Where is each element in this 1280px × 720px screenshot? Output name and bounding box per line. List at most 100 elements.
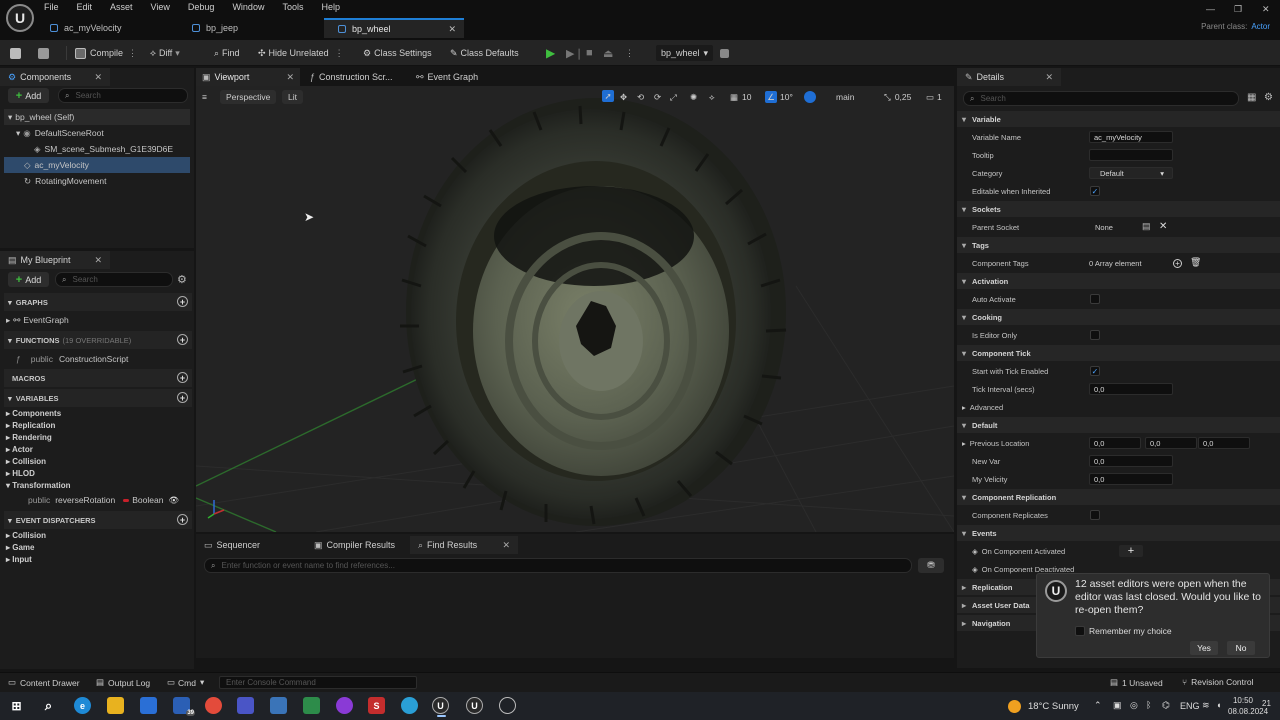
- table-view-icon[interactable]: ▦: [1247, 92, 1256, 103]
- messenger-icon[interactable]: [336, 697, 353, 714]
- menu-help[interactable]: Help: [321, 2, 349, 16]
- rotation-snap-button[interactable]: ∠ 10°: [765, 90, 793, 104]
- previous-location-y-input[interactable]: 0,0: [1145, 437, 1197, 449]
- component-item-staticmesh[interactable]: ◈ SM_scene_Submesh_G1E39D6E: [34, 141, 173, 157]
- no-button[interactable]: No: [1227, 641, 1255, 655]
- browse-socket-icon[interactable]: ▤: [1142, 221, 1151, 232]
- trash-icon[interactable]: 🗑: [1190, 257, 1201, 268]
- menu-tools[interactable]: Tools: [282, 2, 312, 16]
- yes-button[interactable]: Yes: [1190, 641, 1218, 655]
- browse-debug-button[interactable]: [720, 45, 733, 61]
- add-component-button[interactable]: + Add: [8, 88, 49, 103]
- start-tick-checkbox[interactable]: ✓: [1090, 366, 1100, 376]
- clock[interactable]: 10:50 08.08.2024: [1228, 695, 1268, 717]
- diff-button[interactable]: ⟡ Diff ▾: [150, 45, 180, 61]
- component-item-ac-myvelocity[interactable]: ◇ ac_myVelocity: [4, 157, 190, 173]
- network-icon[interactable]: ⌬: [1162, 700, 1170, 711]
- parent-socket-value[interactable]: None: [1095, 223, 1113, 232]
- viewport[interactable]: ≡ Perspective Lit ➚ ✥ ⟲ ⟳ ⤢ ✺ ⟡ ▦ 10 ∠ 10°…: [196, 86, 954, 532]
- bluetooth-icon[interactable]: ᛒ: [1146, 700, 1151, 710]
- close-tab-icon[interactable]: ✕: [94, 72, 102, 83]
- play-button[interactable]: ▶: [546, 45, 555, 61]
- gear-icon[interactable]: ⚙: [1264, 92, 1273, 103]
- details-tab[interactable]: ✎ Details ✕: [957, 68, 1061, 86]
- gear-icon[interactable]: ⚙: [177, 273, 187, 286]
- perspective-button[interactable]: Perspective: [220, 90, 277, 104]
- class-settings-button[interactable]: ⚙ Class Settings: [363, 45, 432, 61]
- store-icon[interactable]: [140, 697, 157, 714]
- notification-center-button[interactable]: 21: [1262, 699, 1271, 708]
- section-default[interactable]: Default: [957, 417, 1280, 433]
- function-item-constructionscript[interactable]: ƒ public ConstructionScript: [16, 351, 128, 367]
- my-blueprint-search-input[interactable]: ⌕ Search: [55, 272, 173, 287]
- console-command-input[interactable]: Enter Console Command: [219, 676, 417, 689]
- edge-browser-icon[interactable]: e: [74, 697, 91, 714]
- calculator-icon[interactable]: [270, 697, 287, 714]
- maximize-icon[interactable]: ❐: [1234, 4, 1242, 15]
- advanced-row[interactable]: ▸ Advanced: [962, 399, 1003, 415]
- graphs-section-header[interactable]: ▾ GRAPHS +: [4, 293, 192, 311]
- unreal-engine-icon[interactable]: U: [466, 697, 483, 714]
- find-in-all-blueprints-button[interactable]: ⛃: [918, 558, 944, 573]
- section-component-tick[interactable]: Component Tick: [957, 345, 1280, 361]
- close-tab-icon[interactable]: ✕: [94, 255, 102, 266]
- previous-location-row[interactable]: ▸ Previous Location: [962, 435, 1029, 451]
- app-icon[interactable]: [499, 697, 516, 714]
- tooltip-input[interactable]: [1089, 149, 1173, 161]
- scale-button[interactable]: ⟳: [654, 90, 661, 104]
- eye-icon[interactable]: 👁: [168, 495, 179, 506]
- app-icon[interactable]: [237, 697, 254, 714]
- surface-snap-button[interactable]: ⟡: [709, 90, 715, 104]
- category-select[interactable]: Default ▾: [1089, 167, 1173, 179]
- app-icon[interactable]: [303, 697, 320, 714]
- variable-name-input[interactable]: ac_myVelocity: [1089, 131, 1173, 143]
- section-activation[interactable]: Activation: [957, 273, 1280, 289]
- content-drawer-button[interactable]: ▭ Content Drawer: [8, 677, 80, 688]
- tab-sequencer[interactable]: ▭ Sequencer: [196, 536, 306, 554]
- chrome-icon[interactable]: [205, 697, 222, 714]
- add-dispatcher-icon[interactable]: +: [177, 514, 188, 525]
- step-button[interactable]: ▶❘: [566, 45, 584, 61]
- language-indicator[interactable]: ENG: [1180, 701, 1200, 711]
- add-function-icon[interactable]: +: [177, 334, 188, 345]
- section-component-replication[interactable]: Component Replication: [957, 489, 1280, 505]
- menu-edit[interactable]: Edit: [77, 2, 102, 16]
- find-button[interactable]: ⌕ Find: [214, 45, 240, 61]
- close-tab-icon[interactable]: ✕: [448, 24, 456, 35]
- remember-choice-checkbox[interactable]: [1075, 626, 1085, 636]
- tray-chevron-icon[interactable]: ⌃: [1094, 700, 1102, 711]
- variable-category-transformation[interactable]: ▾ Transformation: [6, 481, 70, 490]
- lit-button[interactable]: Lit: [282, 90, 303, 104]
- browse-button[interactable]: [38, 45, 53, 61]
- component-item-self[interactable]: ▾ bp_wheel (Self): [4, 109, 190, 125]
- is-editor-only-checkbox[interactable]: [1090, 330, 1100, 340]
- scale-snap-button[interactable]: ⤡ 0,25: [884, 90, 911, 104]
- file-explorer-icon[interactable]: [107, 697, 124, 714]
- viewport-menu-button[interactable]: ≡: [202, 90, 207, 104]
- remember-choice-row[interactable]: Remember my choice: [1075, 626, 1172, 636]
- add-member-button[interactable]: + Add: [8, 272, 49, 287]
- add-variable-icon[interactable]: +: [177, 392, 188, 403]
- variable-category-hlod[interactable]: ▸ HLOD: [6, 469, 35, 478]
- variable-category-collision[interactable]: ▸ Collision: [6, 457, 46, 466]
- select-mode-button[interactable]: ➚: [602, 90, 614, 102]
- doc-tab-bp-jeep[interactable]: bp_jeep: [178, 18, 323, 38]
- previous-location-x-input[interactable]: 0,0: [1089, 437, 1141, 449]
- menu-view[interactable]: View: [151, 2, 179, 16]
- dispatcher-category-input[interactable]: ▸ Input: [6, 555, 32, 564]
- debug-object-select[interactable]: bp_wheel ▾: [656, 45, 714, 61]
- close-tab-icon[interactable]: ✕: [1045, 72, 1053, 83]
- doc-tab-ac-myvelocity[interactable]: ac_myVelocity: [36, 18, 186, 38]
- section-variable[interactable]: Variable: [957, 111, 1280, 127]
- tab-event-graph[interactable]: ⚯ Event Graph: [410, 68, 510, 86]
- revision-control-button[interactable]: ⑂ Revision Control: [1182, 677, 1253, 687]
- tab-construction-script[interactable]: ƒ Construction Scr...: [304, 68, 408, 86]
- variables-section-header[interactable]: ▾ VARIABLES +: [4, 389, 192, 407]
- camera-speed-button[interactable]: ▭ 1: [926, 90, 942, 104]
- eject-button[interactable]: ⏏: [603, 45, 613, 61]
- wifi-icon[interactable]: ≋: [1202, 700, 1210, 711]
- output-log-button[interactable]: ▤ Output Log: [96, 677, 150, 688]
- grid-snap-button[interactable]: ▦ 10: [730, 90, 752, 104]
- dispatchers-section-header[interactable]: ▾ EVENT DISPATCHERS +: [4, 511, 192, 529]
- parent-class-link[interactable]: Actor: [1251, 22, 1270, 31]
